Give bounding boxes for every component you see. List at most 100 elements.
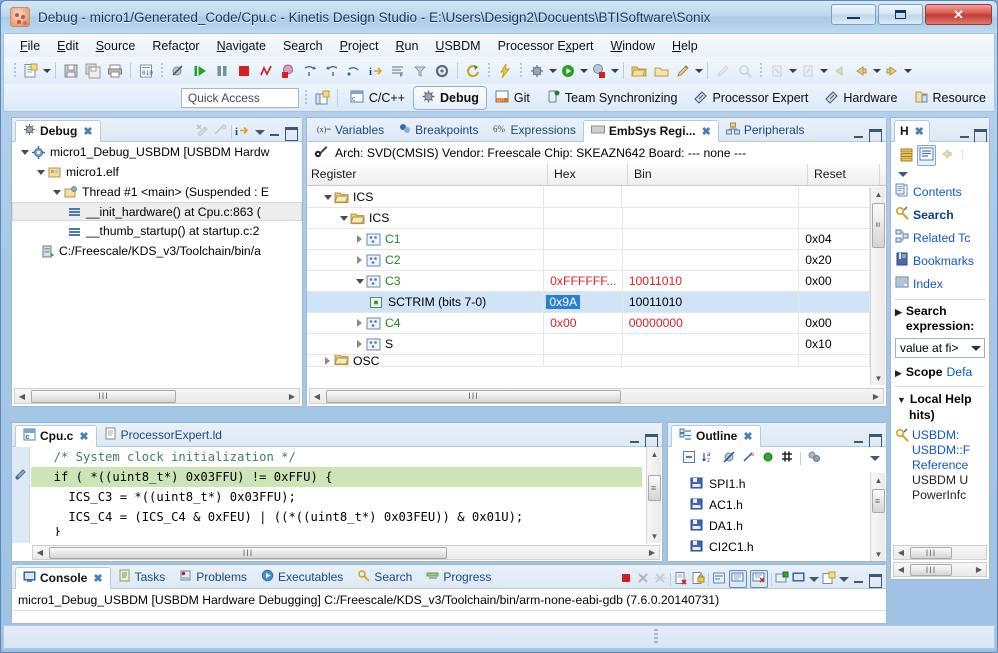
tab-breakpoints[interactable]: Breakpoints	[391, 119, 485, 141]
resize-grip-icon[interactable]	[654, 629, 658, 645]
tab-embsys-registers[interactable]: EmbSys Regi... ✖	[582, 120, 719, 142]
quick-access-input[interactable]: Quick Access	[180, 87, 299, 108]
menu-window[interactable]: Window	[602, 36, 662, 56]
scroll-thumb[interactable]: III	[910, 546, 952, 559]
help-link-related-topics[interactable]: Related Tc	[891, 226, 989, 249]
tab-executables[interactable]: Executables	[254, 566, 350, 588]
external-tools-dropdown-arrow[interactable]	[610, 63, 619, 79]
open-console-icon[interactable]	[792, 571, 806, 588]
scroll-thumb[interactable]: ≡	[871, 489, 885, 513]
register-bin[interactable]: 10011010	[623, 270, 800, 292]
run-dropdown-arrow[interactable]	[579, 63, 588, 79]
ruler-icon[interactable]	[713, 61, 733, 81]
filters-icon[interactable]	[807, 450, 821, 467]
show-debug-toolbar-icon[interactable]: i	[235, 123, 252, 141]
show-console-icon[interactable]	[729, 570, 747, 588]
view-menu-icon[interactable]	[255, 129, 265, 135]
debug-tree-row[interactable]: C:/Freescale/KDS_v3/Toolchain/bin/a	[12, 241, 302, 261]
tab-processor-expert-ld[interactable]: ProcessorExpert.ld	[97, 424, 229, 446]
disconnect-icon[interactable]	[256, 61, 276, 81]
help-result-line[interactable]: USBDM:	[912, 428, 970, 443]
suspend-icon[interactable]	[212, 61, 232, 81]
help-hscrollbar[interactable]: ◀ III ▶	[893, 562, 987, 577]
menu-run[interactable]: Run	[387, 36, 426, 56]
perspective-tab-team-synchronizing[interactable]: Team Synchronizing	[538, 86, 686, 110]
tab-search[interactable]: Search	[350, 566, 419, 588]
tab-help[interactable]: H ✖	[894, 120, 930, 142]
tab-outline[interactable]: Outline ✖	[671, 425, 761, 447]
menu-usbdm[interactable]: USBDM	[427, 36, 488, 56]
tab-expressions[interactable]: 6% Expressions	[486, 119, 583, 141]
maximize-view-icon[interactable]	[284, 126, 298, 141]
help-search-combo[interactable]: value at fi>	[895, 338, 985, 358]
prev-annotation-dropdown-arrow[interactable]	[819, 63, 828, 79]
registers-hscrollbar[interactable]: ◀ III ▶	[309, 388, 884, 404]
debug-icon[interactable]	[527, 61, 547, 81]
tab-peripherals[interactable]: Peripherals	[719, 119, 812, 141]
next-annotation-dropdown-arrow[interactable]	[788, 63, 797, 79]
flash-icon[interactable]	[495, 61, 515, 81]
external-tools-icon[interactable]	[589, 61, 609, 81]
editor-vscrollbar[interactable]: ▲ ≡ ▼	[646, 447, 661, 543]
help-result-line[interactable]: Reference	[912, 458, 970, 473]
skip-breakpoints-icon[interactable]	[168, 61, 188, 81]
register-hex[interactable]: 0x00	[544, 312, 623, 334]
minimize-view-icon[interactable]	[852, 433, 865, 446]
help-link-search[interactable]: Search	[891, 203, 989, 226]
perspective-tab-hardware[interactable]: Hardware	[816, 86, 905, 110]
new-file-icon[interactable]	[21, 61, 41, 81]
help-hscrollbar-upper[interactable]: ◀ III	[893, 545, 987, 560]
scroll-thumb[interactable]: III	[49, 546, 447, 559]
close-icon[interactable]: ✖	[743, 430, 752, 443]
register-row[interactable]: C2 0x20	[307, 249, 870, 271]
step-into-icon[interactable]	[300, 61, 320, 81]
drop-to-frame-icon[interactable]	[388, 61, 408, 81]
debug-hscrollbar[interactable]: ◀ III ▶	[14, 388, 300, 404]
scroll-up-arrow[interactable]: ▲	[871, 187, 886, 201]
column-header-register[interactable]: Register	[307, 164, 548, 185]
perspective-drag-handle[interactable]	[304, 89, 307, 106]
perspective-tab-debug[interactable]: Debug	[413, 85, 487, 110]
debug-dropdown-arrow[interactable]	[548, 63, 557, 79]
debug-tree-row[interactable]: micro1_Debug_USBDM [USBDM Hardw	[12, 142, 302, 162]
minimize-view-icon[interactable]	[958, 128, 971, 141]
scroll-down-arrow[interactable]: ▼	[647, 529, 662, 543]
scroll-left-arrow[interactable]: ◀	[15, 389, 29, 403]
scroll-lock-icon[interactable]	[691, 571, 705, 588]
register-row[interactable]: C4 0x00 00000000 0x00	[307, 312, 870, 334]
open-console-dropdown-arrow[interactable]	[809, 576, 819, 582]
toolbar-group-handle[interactable]	[161, 62, 163, 79]
editor-code[interactable]: /* System clock initialization */ if ( *…	[31, 447, 642, 543]
expand-twisty-icon[interactable]	[353, 317, 366, 330]
remove-all-terminated-icon[interactable]	[653, 571, 667, 588]
terminate-icon[interactable]	[619, 571, 633, 588]
editor-annotation-ruler[interactable]	[12, 447, 30, 543]
scroll-up-arrow[interactable]: ▲	[871, 473, 886, 487]
expand-twisty-icon[interactable]	[353, 233, 366, 246]
register-row-selected[interactable]: SCTRIM (bits 7-0) 0x9A 10011010	[307, 291, 870, 313]
editor-body[interactable]: /* System clock initialization */ if ( *…	[12, 447, 662, 561]
terminate-icon[interactable]	[234, 61, 254, 81]
debug-tree-row[interactable]: Thread #1 <main> (Suspended : E	[12, 182, 302, 202]
step-return-icon[interactable]	[344, 61, 364, 81]
hide-macros-icon[interactable]	[780, 450, 794, 467]
scroll-right-arrow[interactable]: ▶	[869, 389, 883, 403]
toolbar-drag-handle[interactable]	[14, 62, 16, 79]
minimize-view-icon[interactable]	[852, 128, 865, 141]
tab-console[interactable]: Console ✖	[15, 567, 111, 589]
scroll-right-arrow[interactable]: ▶	[285, 389, 299, 403]
menu-project[interactable]: Project	[332, 36, 387, 56]
debug-tree-row[interactable]: micro1.elf	[12, 162, 302, 182]
next-edit-dropdown-arrow[interactable]	[903, 63, 912, 79]
perspective-tab-c-cpp[interactable]: c C/C++	[342, 86, 413, 110]
close-icon[interactable]: ✖	[915, 125, 924, 138]
scroll-right-arrow[interactable]: ▶	[645, 546, 659, 560]
settings-icon[interactable]	[432, 61, 452, 81]
maximize-view-icon[interactable]	[973, 128, 987, 143]
forward-icon[interactable]	[851, 61, 871, 81]
scroll-thumb[interactable]: ≡	[647, 475, 661, 501]
instruction-stepping-icon[interactable]: i	[366, 61, 386, 81]
back-icon[interactable]	[939, 147, 954, 164]
resume-icon[interactable]	[190, 61, 210, 81]
pencil-dropdown-arrow[interactable]	[694, 63, 703, 79]
